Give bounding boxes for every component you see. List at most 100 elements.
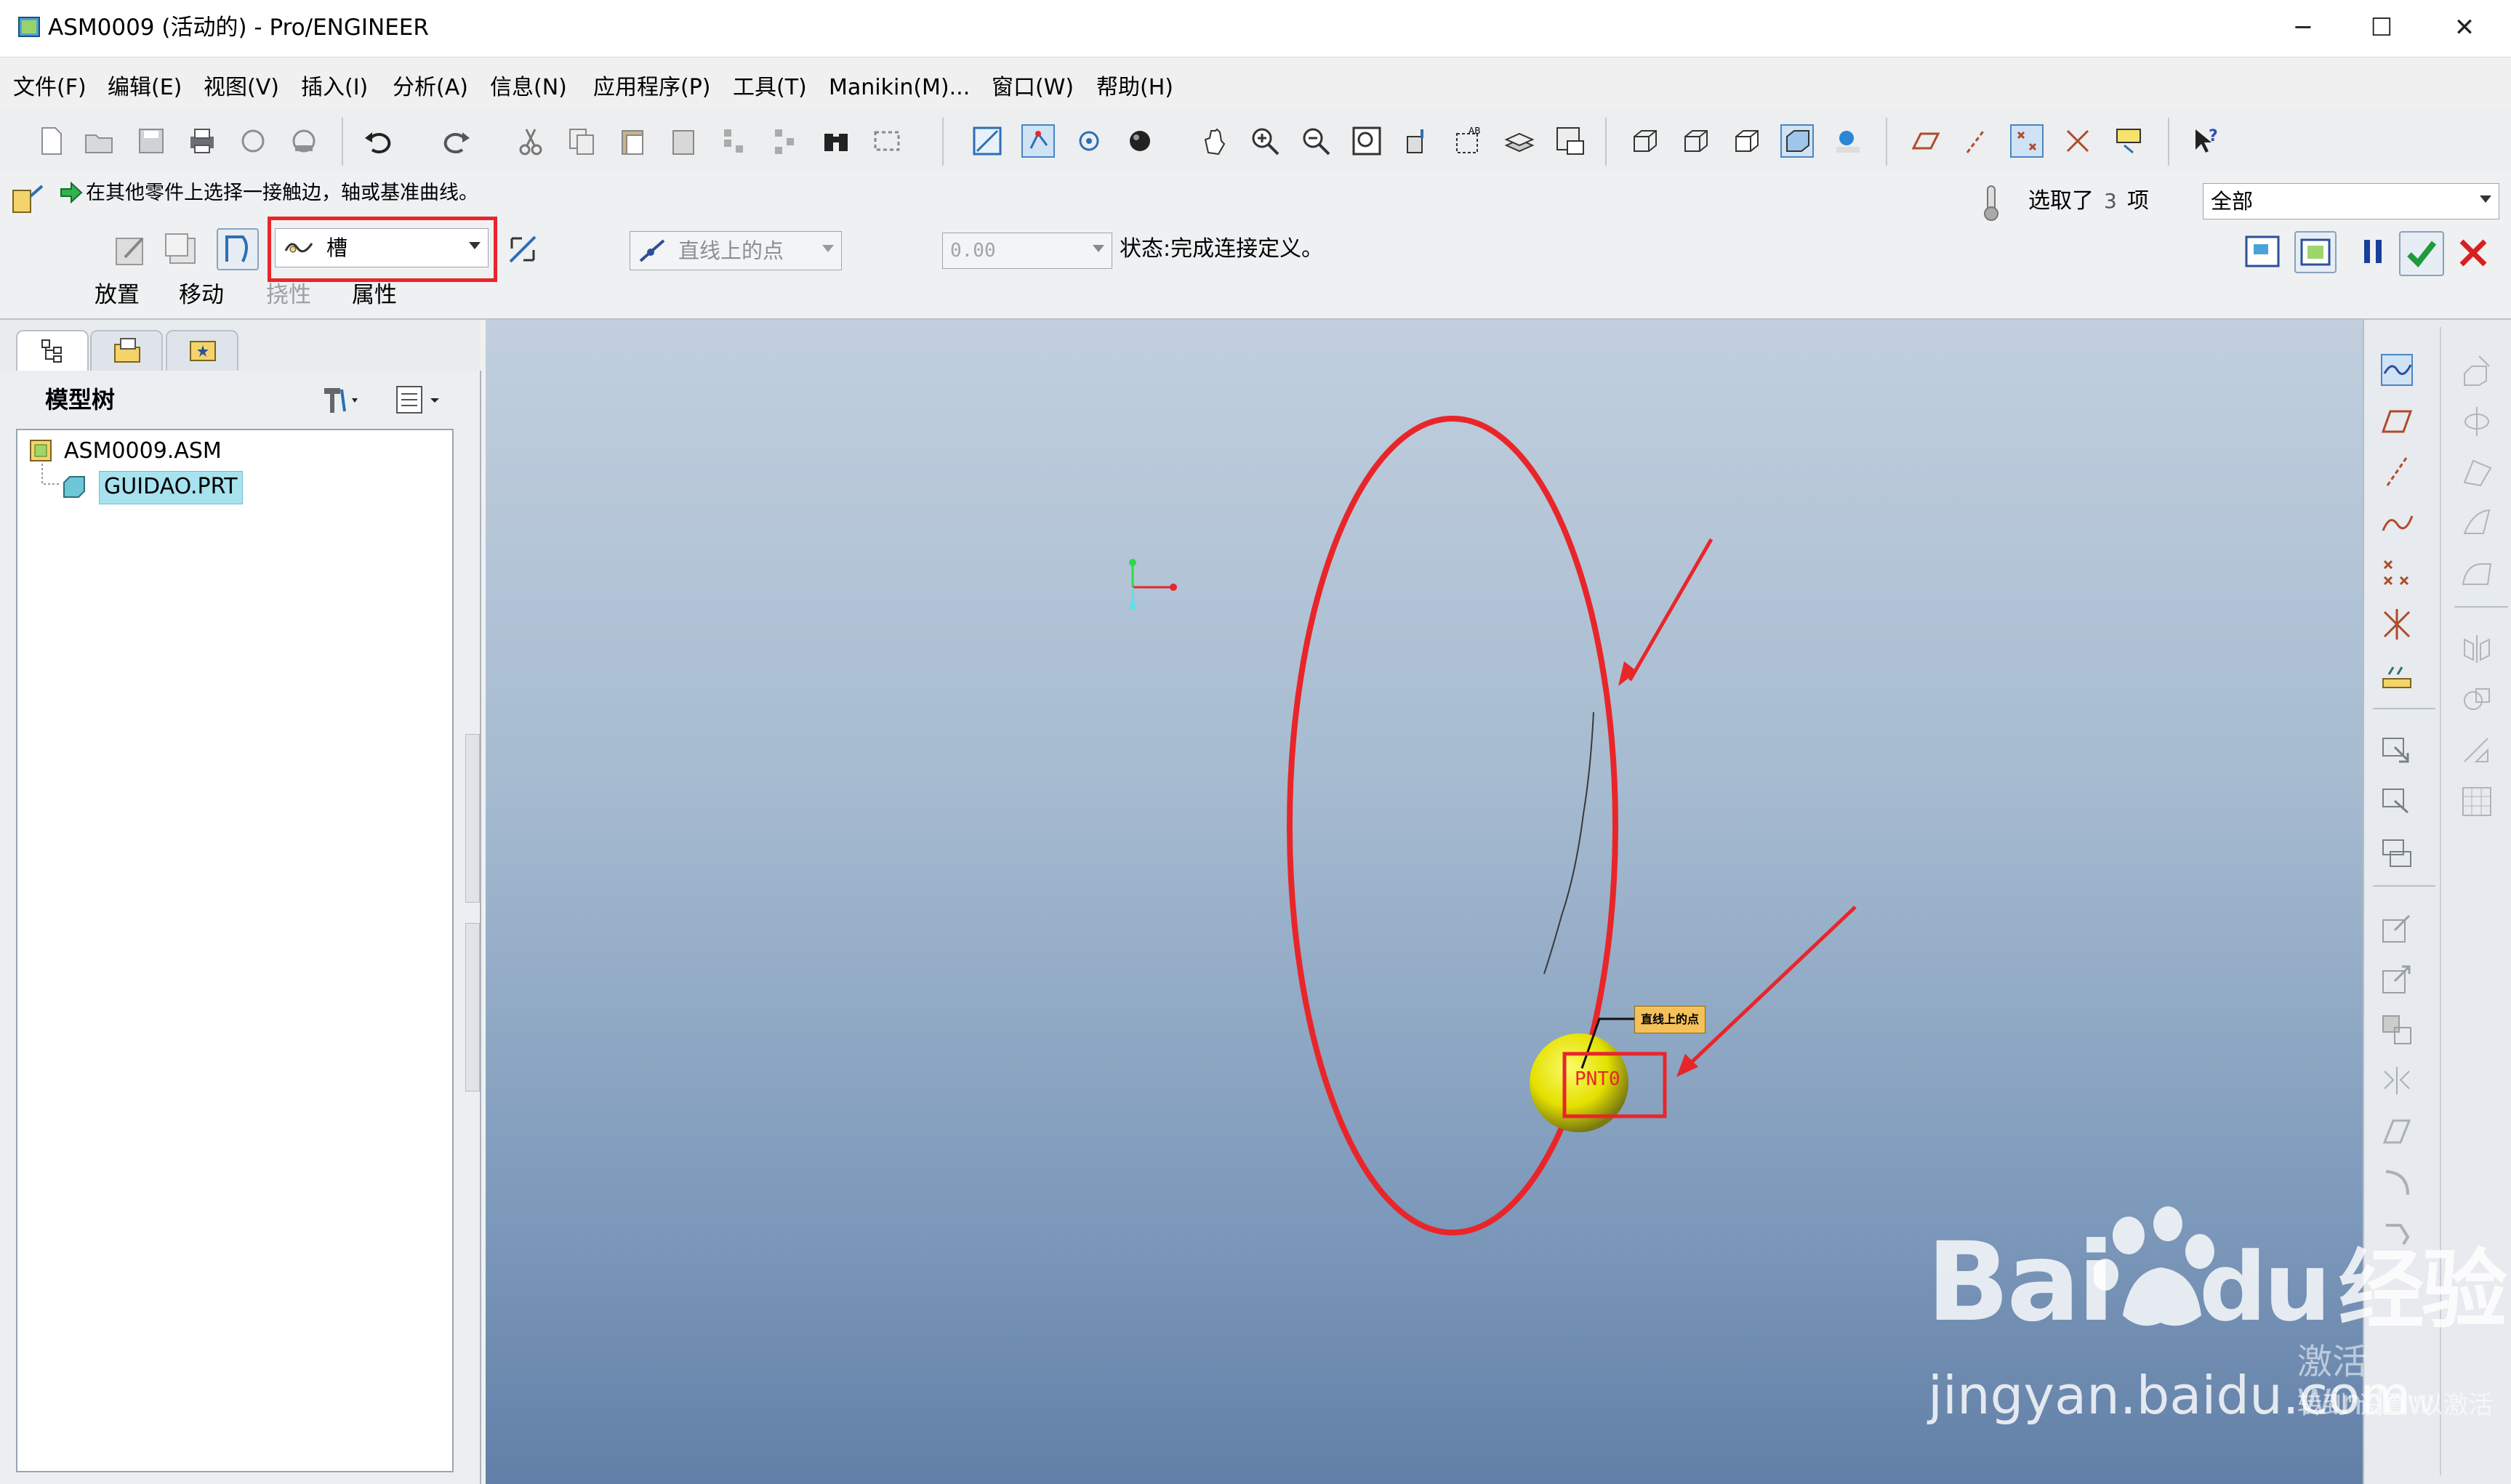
tab-placement[interactable]: 放置 (95, 279, 140, 311)
mirror-feature-icon[interactable] (2459, 631, 2495, 667)
menu-insert[interactable]: 插入(I) (301, 73, 368, 103)
datum-csys-tool-icon[interactable] (2379, 606, 2415, 642)
coord-systems-icon[interactable] (2060, 124, 2095, 158)
tree-columns-icon[interactable] (393, 382, 446, 417)
find-binoculars-icon[interactable] (819, 124, 853, 158)
variable-sweep-icon[interactable] (2459, 453, 2495, 490)
analysis-tool-icon[interactable] (2379, 657, 2415, 693)
menu-manikin[interactable]: Manikin(M)... (829, 73, 970, 103)
point-display-icon[interactable] (1072, 124, 1106, 158)
datum-points-icon[interactable] (2009, 124, 2044, 158)
skeleton-tool-icon[interactable] (2379, 1113, 2415, 1150)
refit-icon[interactable] (1349, 124, 1384, 158)
extrude-tool-icon[interactable] (2459, 352, 2495, 388)
tab-folder-browser[interactable] (90, 330, 163, 371)
view-manager-icon[interactable] (1553, 124, 1588, 158)
datum-display-icon[interactable] (970, 124, 1005, 158)
datum-planes-icon[interactable] (1908, 124, 1942, 158)
pan-hand-icon[interactable] (1197, 124, 1232, 158)
menu-info[interactable]: 信息(N) (490, 73, 567, 103)
merge-feature-icon[interactable] (2459, 682, 2495, 718)
new-file-icon[interactable] (33, 124, 68, 158)
cut-icon[interactable] (513, 124, 548, 158)
reorient-icon[interactable] (1400, 124, 1435, 158)
annotation-display-icon[interactable] (2111, 124, 2146, 158)
wireframe-icon[interactable] (1627, 124, 1662, 158)
style-tool-icon[interactable] (2459, 555, 2495, 592)
import-icon[interactable] (2379, 910, 2415, 946)
tree-settings-icon[interactable] (320, 382, 361, 417)
context-help-icon[interactable]: ? (2188, 124, 2223, 158)
shading-sphere-icon[interactable] (1124, 124, 1159, 158)
user-defined-set-button[interactable] (217, 228, 259, 270)
panel-sash[interactable] (465, 734, 480, 903)
menu-file[interactable]: 文件(F) (13, 73, 87, 103)
offset-input[interactable]: 0.00 (942, 233, 1112, 269)
tab-flexibility[interactable]: 挠性 (266, 279, 311, 311)
regen-manager-icon[interactable] (768, 124, 803, 158)
zoom-out-icon[interactable] (1298, 124, 1333, 158)
window-preview-icon[interactable] (2243, 231, 2284, 272)
print-icon[interactable] (185, 124, 220, 158)
datum-plane-tool-icon[interactable] (2379, 403, 2415, 439)
axis-display-icon[interactable] (1021, 124, 1056, 158)
sketch-icon[interactable] (2379, 352, 2415, 388)
menu-help[interactable]: 帮助(H) (1096, 73, 1173, 103)
send-mail-icon[interactable] (236, 124, 270, 158)
pause-icon[interactable] (2355, 231, 2392, 272)
paste-special-icon[interactable] (666, 124, 701, 158)
datum-curve-tool-icon[interactable] (2379, 504, 2415, 541)
layers-icon[interactable] (1502, 124, 1537, 158)
move-feature-icon[interactable] (2379, 834, 2415, 871)
menu-window[interactable]: 窗口(W) (992, 73, 1074, 103)
saved-views-icon[interactable]: AB (1451, 124, 1486, 158)
mirror-tool-icon[interactable] (2379, 1062, 2415, 1099)
dashboard-edit-icon[interactable] (109, 228, 153, 272)
attach-mail-icon[interactable] (286, 124, 321, 158)
menu-tools[interactable]: 工具(T) (733, 73, 807, 103)
export-icon[interactable] (2379, 961, 2415, 997)
paste-feature-icon[interactable] (2379, 783, 2415, 820)
tab-model-tree[interactable] (16, 330, 89, 371)
pattern-feature-icon[interactable] (2459, 783, 2495, 820)
hidden-line-icon[interactable] (1678, 124, 1713, 158)
datum-axis-tool-icon[interactable] (2379, 453, 2415, 490)
datum-axes-icon[interactable] (1958, 124, 1993, 158)
open-folder-icon[interactable] (81, 124, 116, 158)
copy-icon[interactable] (564, 124, 599, 158)
flip-constraint-icon[interactable] (505, 231, 541, 267)
panel-sash[interactable] (465, 923, 480, 1092)
trim-feature-icon[interactable] (2459, 733, 2495, 769)
minimize-button[interactable]: ─ (2274, 9, 2332, 47)
tree-item-part[interactable]: GUIDAO.PRT (99, 471, 243, 504)
dashboard-separate-window-icon[interactable] (160, 228, 204, 272)
preview-toggle-button[interactable] (2294, 231, 2337, 273)
save-icon[interactable] (134, 124, 169, 158)
tree-item-assembly[interactable]: ASM0009.ASM (64, 436, 222, 467)
sweep-tool-icon[interactable] (2379, 1164, 2415, 1201)
redo-icon[interactable] (439, 124, 474, 158)
zoom-in-icon[interactable] (1248, 124, 1282, 158)
undo-icon[interactable] (361, 124, 395, 158)
confirm-button[interactable] (2399, 231, 2444, 276)
tab-properties[interactable]: 属性 (352, 279, 397, 311)
maximize-button[interactable]: ☐ (2353, 9, 2411, 47)
cancel-x-icon[interactable] (2454, 234, 2492, 272)
layout-icon[interactable] (2379, 1012, 2415, 1048)
menu-analysis[interactable]: 分析(A) (393, 73, 468, 103)
copy-feature-icon[interactable] (2379, 733, 2415, 769)
menu-view[interactable]: 视图(V) (204, 73, 279, 103)
selection-filter-select[interactable]: 全部 (2203, 183, 2499, 219)
tab-move[interactable]: 移动 (179, 279, 224, 311)
regenerate-icon[interactable] (717, 124, 752, 158)
tab-favorites[interactable] (166, 330, 238, 371)
shading-icon[interactable] (1780, 124, 1815, 158)
datum-point-tool-icon[interactable] (2379, 555, 2415, 592)
close-button[interactable]: ✕ (2435, 9, 2494, 47)
boundary-blend-icon[interactable] (2459, 504, 2495, 541)
model-display-icon[interactable] (1831, 124, 1865, 158)
no-hidden-icon[interactable] (1729, 124, 1764, 158)
select-box-icon[interactable] (869, 124, 904, 158)
constraint-type-select[interactable]: 直线上的点 (630, 231, 842, 270)
revolve-tool-icon[interactable] (2459, 403, 2495, 439)
